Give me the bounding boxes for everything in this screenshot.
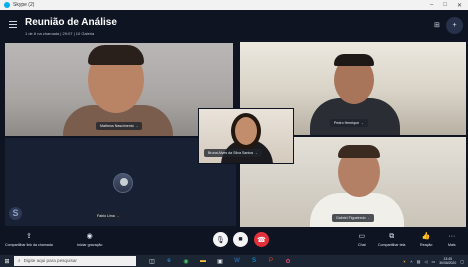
chevron-down-icon: ⌄ <box>367 216 371 220</box>
windows-taskbar: ⊞ ⌕ Digite aqui para pesquisar ◫ e ◉ ▬ ▣… <box>0 255 468 267</box>
weather-icon[interactable]: ☀ <box>403 259 407 264</box>
store-icon[interactable]: ▣ <box>216 258 224 265</box>
microphone-button[interactable]: 🎙 <box>213 232 228 247</box>
edge-icon[interactable]: e <box>165 258 173 265</box>
record-icon: ◉ <box>86 233 93 240</box>
system-tray: ☀ ˄ ▤ ◁ ▭ 13:45 30/06/2020 ▢ <box>403 257 468 265</box>
taskbar-clock[interactable]: 13:45 30/06/2020 <box>439 257 456 265</box>
task-view-icon[interactable]: ◫ <box>148 258 156 265</box>
video-camera-icon: ■ <box>238 236 243 243</box>
more-icon: ··· <box>448 233 456 240</box>
taskbar-search-input[interactable]: ⌕ Digite aqui para pesquisar <box>14 256 136 266</box>
react-button[interactable]: 👍 Reação <box>420 232 432 247</box>
share-screen-button[interactable]: ⧉ Compartilhar tela <box>378 232 405 247</box>
chrome-icon[interactable]: ◉ <box>182 258 190 265</box>
chevron-down-icon: ⌄ <box>116 214 120 218</box>
maximize-button[interactable]: □ <box>443 2 447 9</box>
share-link-button[interactable]: ⇪ Compartilhar link da chamada <box>5 232 53 247</box>
participant-name-tag[interactable]: Matheus Nascimento ⌄ <box>96 122 143 130</box>
hang-up-icon: ☎ <box>257 236 266 244</box>
network-icon[interactable]: ▤ <box>417 259 421 264</box>
camera-button[interactable]: ■ <box>233 232 248 247</box>
skype-logo-icon: S <box>9 207 22 220</box>
participant-name-tag[interactable]: Fabio Lima ⌄ <box>93 212 124 220</box>
gallery-icon[interactable]: ⊞ <box>434 21 440 29</box>
search-icon: ⌕ <box>18 258 21 263</box>
end-call-button[interactable]: ☎ <box>254 232 269 247</box>
chevron-down-icon: ⌄ <box>135 124 139 128</box>
participant-name-tag[interactable]: Bruna Alves da Silva Santos ⌄ <box>204 149 262 157</box>
skype-app-icon <box>4 2 10 8</box>
window-controls: – □ ✕ <box>430 2 468 9</box>
window-title: Skype (2) <box>13 2 35 8</box>
skype-taskbar-icon[interactable]: S <box>250 258 258 265</box>
file-explorer-icon[interactable]: ▬ <box>199 258 207 265</box>
call-title: Reunião de Análise <box>25 17 117 28</box>
call-subtitle: 1 de 6 na chamada | 29:07 | 10 Galeria <box>25 31 95 36</box>
share-icon: ⇪ <box>25 233 32 240</box>
more-button[interactable]: ··· Mais <box>448 232 456 247</box>
call-header: Reunião de Análise 1 de 6 na chamada | 2… <box>0 10 468 41</box>
video-tile-bruna[interactable]: Bruna Alves da Silva Santos ⌄ <box>198 108 294 164</box>
participant-avatar <box>113 173 133 193</box>
chat-button[interactable]: ▭ Chat <box>358 232 366 247</box>
participant-name-tag[interactable]: Pedro Henrique ⌄ <box>330 119 368 127</box>
participant-hair <box>338 145 380 158</box>
share-screen-icon: ⧉ <box>389 233 395 240</box>
word-icon[interactable]: W <box>233 258 241 265</box>
chevron-down-icon: ⌄ <box>255 151 258 155</box>
windows-start-icon[interactable]: ⊞ <box>2 255 12 267</box>
microphone-icon: 🎙 <box>216 236 225 244</box>
thumbs-up-icon: 👍 <box>421 233 431 240</box>
notifications-icon[interactable]: ▢ <box>460 259 464 264</box>
add-person-icon[interactable]: + <box>446 17 463 34</box>
taskbar-apps: ◫ e ◉ ▬ ▣ W S P ✿ <box>148 258 292 265</box>
participant-name-tag[interactable]: Gabriel Figueiredo ⌄ <box>332 214 375 222</box>
menu-icon[interactable] <box>9 21 17 28</box>
close-button[interactable]: ✕ <box>457 2 462 9</box>
language-icon[interactable]: ▭ <box>431 259 435 264</box>
participant-face <box>235 117 257 145</box>
minimize-button[interactable]: – <box>430 2 433 9</box>
start-recording-button[interactable]: ◉ Iniciar gravação <box>77 232 102 247</box>
chat-icon: ▭ <box>358 233 366 240</box>
chevron-down-icon: ⌄ <box>361 121 364 125</box>
volume-icon[interactable]: ◁ <box>424 259 427 264</box>
up-arrow-icon[interactable]: ˄ <box>410 259 412 264</box>
os-titlebar: Skype (2) – □ ✕ <box>0 0 468 10</box>
powerpoint-icon[interactable]: P <box>267 258 275 265</box>
skype-window: Skype (2) – □ ✕ Reunião de Análise 1 de … <box>0 0 468 267</box>
participant-hair <box>88 45 144 65</box>
app-icon[interactable]: ✿ <box>284 258 292 265</box>
participant-hair <box>334 54 374 66</box>
